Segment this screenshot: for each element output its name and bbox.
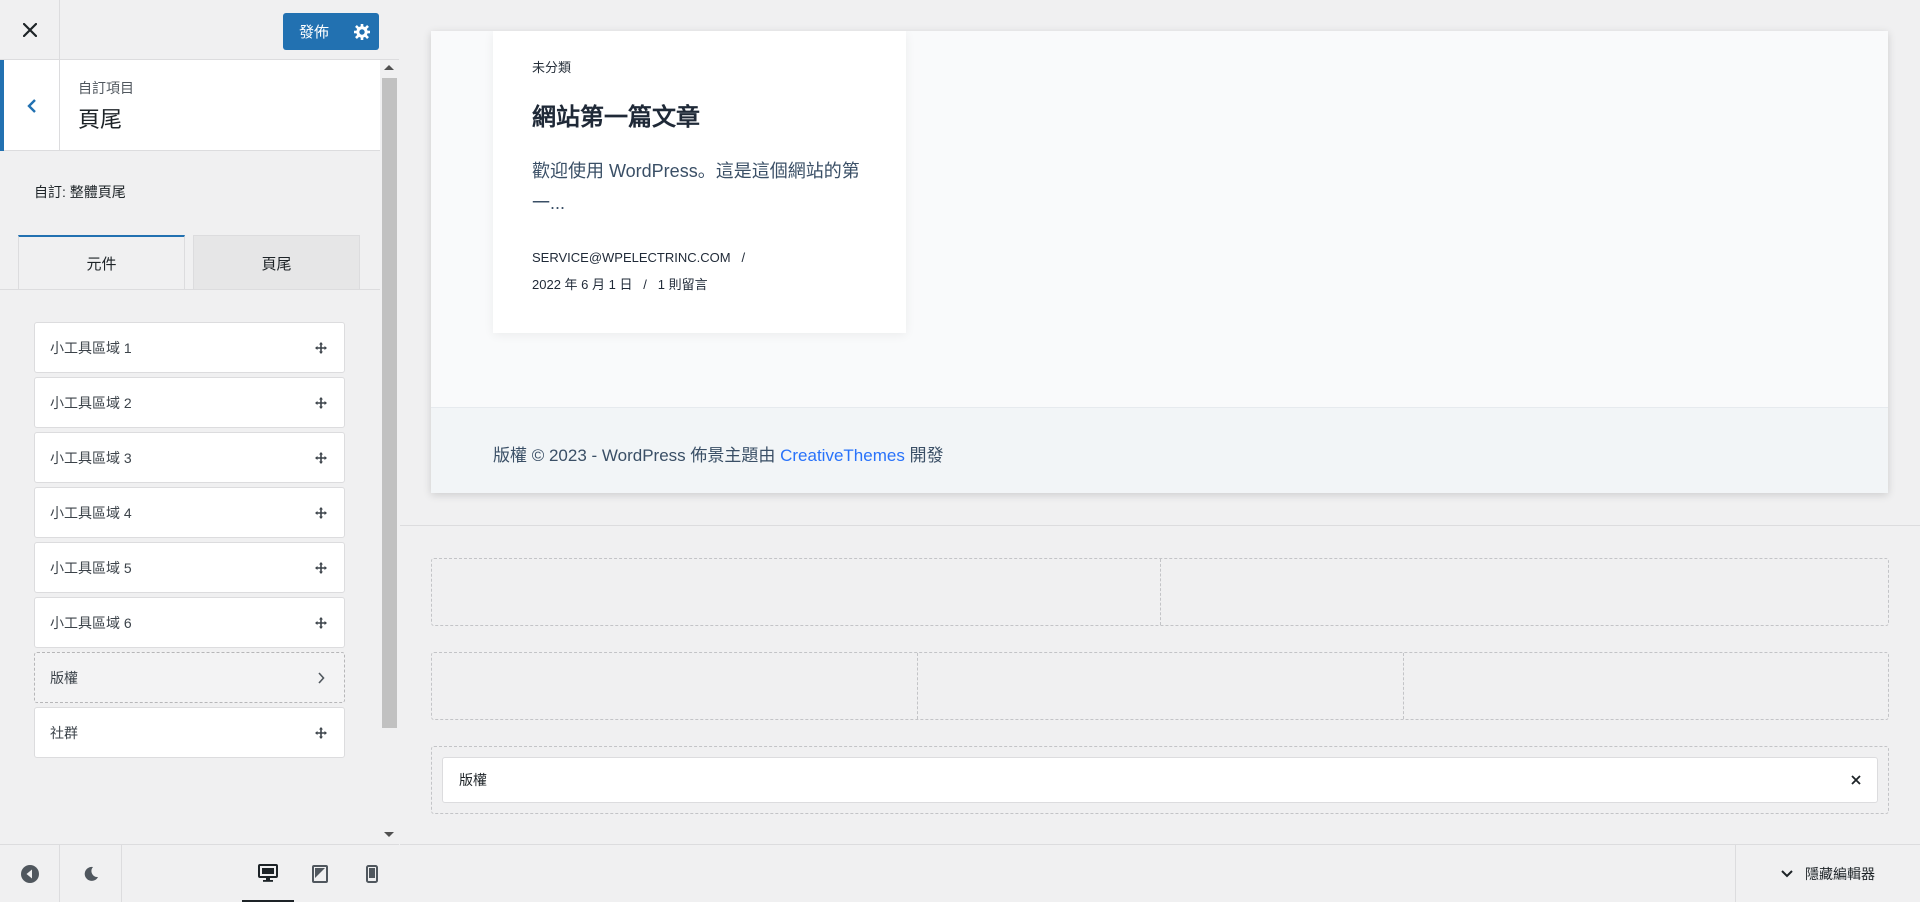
hide-editor-label: 隱藏編輯器	[1805, 866, 1875, 882]
builder-divider	[400, 525, 1920, 526]
post-excerpt: 歡迎使用 WordPress。這是這個網站的第一...	[532, 161, 860, 213]
site-footer: 版權 © 2023 - WordPress 佈景主題由 CreativeThem…	[431, 407, 1888, 493]
builder-item-label: 版權	[459, 772, 487, 788]
post-category[interactable]: 未分類	[532, 57, 571, 76]
scroll-up-arrow[interactable]	[384, 65, 394, 70]
item-label: 小工具區域 4	[50, 504, 132, 521]
gear-icon[interactable]	[345, 13, 379, 50]
move-icon[interactable]	[314, 726, 328, 740]
remove-icon[interactable]	[1851, 775, 1861, 785]
sidebar-header: 發佈	[0, 0, 399, 60]
widget-area-2-item[interactable]: 小工具區域 2	[34, 377, 345, 428]
widget-area-6-item[interactable]: 小工具區域 6	[34, 597, 345, 648]
move-icon[interactable]	[314, 616, 328, 630]
footer-builder-row-top[interactable]	[431, 558, 1889, 626]
collapse-sidebar-button[interactable]	[0, 845, 60, 902]
sidebar-footer	[0, 844, 399, 902]
item-label: 小工具區域 5	[50, 559, 132, 576]
widget-area-1-item[interactable]: 小工具區域 1	[34, 322, 345, 373]
builder-copyright-item[interactable]: 版權	[442, 757, 1878, 803]
meta-separator: /	[741, 250, 746, 265]
item-label: 小工具區域 2	[50, 394, 132, 411]
move-icon[interactable]	[314, 451, 328, 465]
chevron-down-icon	[1781, 870, 1793, 878]
copyright-text: 版權 © 2023 - WordPress 佈景主題由 CreativeThem…	[493, 441, 944, 466]
tab-footer[interactable]: 頁尾	[193, 235, 360, 290]
hide-editor-button[interactable]: 隱藏編輯器	[1735, 845, 1920, 902]
item-label: 社群	[50, 724, 78, 741]
move-icon[interactable]	[314, 561, 328, 575]
move-icon[interactable]	[314, 396, 328, 410]
sidebar-scroll-area[interactable]: 自訂項目 頁尾 自訂: 整體頁尾 元件 頁尾 小工具區域 1 小工具區域 2 小…	[0, 60, 399, 844]
sidebar-scrollbar-thumb[interactable]	[382, 78, 397, 728]
item-label: 小工具區域 6	[50, 614, 132, 631]
post-title[interactable]: 網站第一篇文章	[532, 97, 700, 132]
desktop-icon	[258, 863, 278, 882]
preview-mobile-button[interactable]	[346, 845, 398, 902]
close-button[interactable]	[0, 0, 60, 60]
social-item[interactable]: 社群	[34, 707, 345, 758]
builder-column[interactable]	[918, 653, 1404, 719]
section-header: 自訂項目 頁尾	[0, 60, 380, 151]
chevron-left-icon	[26, 98, 36, 113]
post-meta-date: 2022 年 6 月 1 日 / 1 則留言	[532, 274, 708, 293]
post-author[interactable]: SERVICE@WPELECTRINC.COM	[532, 250, 731, 265]
scroll-down-arrow[interactable]	[384, 832, 394, 837]
builder-column[interactable]	[432, 559, 1161, 625]
publish-label: 發佈	[298, 24, 329, 41]
post-comments-link[interactable]: 1 則留言	[658, 277, 708, 292]
footer-builder-row-middle[interactable]	[431, 652, 1889, 720]
publish-button[interactable]: 發佈	[283, 13, 379, 50]
widget-area-4-item[interactable]: 小工具區域 4	[34, 487, 345, 538]
post-meta-author: SERVICE@WPELECTRINC.COM /	[532, 250, 745, 265]
copyright-item[interactable]: 版權	[34, 652, 345, 703]
preview-bottom-bar: 隱藏編輯器	[400, 844, 1920, 902]
section-title: 頁尾	[78, 107, 123, 132]
sidebar-scrollbar[interactable]	[380, 60, 399, 844]
dark-mode-button[interactable]	[60, 845, 122, 902]
copyright-prefix: 版權 © 2023 - WordPress 佈景主題由	[493, 446, 781, 465]
tablet-icon	[312, 865, 328, 883]
widget-area-3-item[interactable]: 小工具區域 3	[34, 432, 345, 483]
widget-area-5-item[interactable]: 小工具區域 5	[34, 542, 345, 593]
preview-area: 未分類 網站第一篇文章 歡迎使用 WordPress。這是這個網站的第一... …	[400, 0, 1920, 902]
mobile-icon	[366, 865, 378, 883]
site-preview-frame[interactable]: 未分類 網站第一篇文章 歡迎使用 WordPress。這是這個網站的第一... …	[431, 31, 1888, 493]
back-button[interactable]	[0, 60, 60, 151]
preview-desktop-button[interactable]	[242, 845, 294, 902]
copyright-suffix: 開發	[904, 446, 944, 465]
moon-icon	[84, 866, 98, 881]
item-label: 版權	[50, 669, 78, 686]
post-card: 未分類 網站第一篇文章 歡迎使用 WordPress。這是這個網站的第一... …	[493, 31, 906, 333]
creativethemes-link[interactable]: CreativeThemes	[780, 446, 905, 465]
customize-label: 自訂: 整體頁尾	[34, 184, 126, 200]
post-date: 2022 年 6 月 1 日	[532, 277, 633, 292]
customizer-sidebar: 發佈 自訂項目 頁尾 自訂: 整體頁尾 元件 頁尾 小工具區域 1 小工具區域 …	[0, 0, 399, 902]
close-icon	[22, 23, 37, 37]
tabs-divider	[0, 289, 380, 290]
footer-builder-row-bottom[interactable]: 版權	[431, 746, 1889, 814]
item-label: 小工具區域 3	[50, 449, 132, 466]
section-subtitle: 自訂項目	[78, 80, 134, 96]
item-label: 小工具區域 1	[50, 339, 132, 356]
builder-column[interactable]	[432, 653, 918, 719]
chevron-right-icon	[314, 671, 328, 685]
tab-elements[interactable]: 元件	[18, 235, 185, 290]
collapse-icon	[20, 865, 39, 883]
meta-separator: /	[643, 277, 647, 292]
tabs: 元件 頁尾	[18, 235, 360, 290]
move-icon[interactable]	[314, 506, 328, 520]
move-icon[interactable]	[314, 341, 328, 355]
preview-tablet-button[interactable]	[294, 845, 346, 902]
